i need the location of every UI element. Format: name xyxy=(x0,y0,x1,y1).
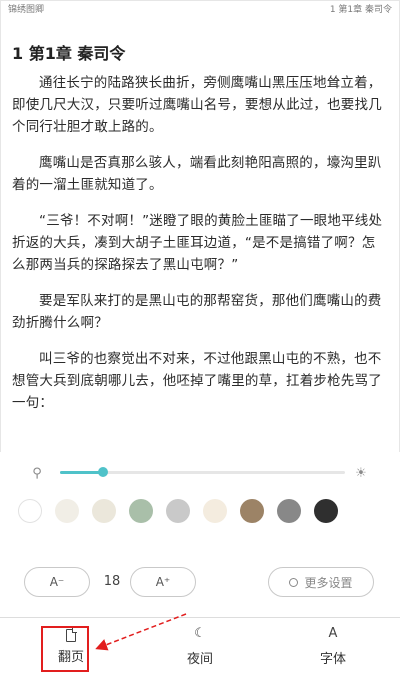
status-bar: 锦绣图卿 1 第1章 秦司令 xyxy=(8,2,392,16)
nav-label: 字体 xyxy=(319,652,346,667)
paragraph: 要是军队来打的是黑山屯的那帮窑货，那他们鹰嘴山的费劲折腾什么啊？ xyxy=(12,293,382,331)
background-color-swatch[interactable] xyxy=(277,499,301,523)
font-size-controls: A⁻ 18 A⁺ 更多设置 xyxy=(0,567,400,599)
background-color-swatch[interactable] xyxy=(92,499,116,523)
annotation-highlight-box xyxy=(41,626,89,672)
brightness-low-icon: ⚲ xyxy=(32,466,42,481)
font-decrease-button[interactable]: A⁻ xyxy=(24,567,90,597)
chapter-indicator: 1 第1章 秦司令 xyxy=(329,5,392,15)
book-title: 锦绣图卿 xyxy=(8,5,45,15)
background-color-swatch[interactable] xyxy=(203,499,227,523)
reading-content[interactable]: 通往长宁的陆路狭长曲折，旁侧鹰嘴山黑压压地耸立着，即使几尺大汉，只要听过鹰嘴山名… xyxy=(12,72,388,428)
chapter-title: 1 第1章 秦司令 xyxy=(12,44,126,63)
brightness-high-icon: ☀ xyxy=(355,466,367,481)
font-icon: A xyxy=(328,626,338,641)
more-settings-label: 更多设置 xyxy=(304,575,353,590)
more-settings-button[interactable]: 更多设置 xyxy=(268,567,374,597)
background-color-swatch[interactable] xyxy=(240,499,264,523)
moon-icon: ☾ xyxy=(194,626,206,641)
nav-item-night[interactable]: ☾ 夜间 xyxy=(160,626,240,667)
settings-icon xyxy=(289,577,299,587)
background-color-swatch[interactable] xyxy=(166,499,190,523)
background-color-swatch[interactable] xyxy=(129,499,153,523)
nav-item-font[interactable]: A 字体 xyxy=(293,626,373,667)
paragraph: 鹰嘴山是否真那么骇人，端看此刻艳阳高照的，壕沟里趴着的一溜土匪就知道了。 xyxy=(12,155,382,193)
background-color-swatches xyxy=(18,499,338,525)
brightness-slider-thumb[interactable] xyxy=(97,467,108,477)
paragraph: 叫三爷的也察觉出不对来，不过他跟黑山屯的不熟，也不想管大兵到底朝哪儿去，他呸掉了… xyxy=(12,351,382,411)
font-increase-button[interactable]: A⁺ xyxy=(130,567,196,597)
paragraph: 通往长宁的陆路狭长曲折，旁侧鹰嘴山黑压压地耸立着，即使几尺大汉，只要听过鹰嘴山名… xyxy=(12,75,382,135)
background-color-swatch[interactable] xyxy=(55,499,79,523)
paragraph: “三爷！不对啊！”迷瞪了眼的黄脸土匪瞄了一眼地平线处折返的大兵，凑到大胡子土匪耳… xyxy=(12,213,383,273)
font-size-value: 18 xyxy=(103,574,121,589)
nav-label: 夜间 xyxy=(186,652,213,667)
background-color-swatch[interactable] xyxy=(314,499,338,523)
brightness-slider-fill xyxy=(60,471,103,474)
background-color-swatch[interactable] xyxy=(18,499,42,523)
